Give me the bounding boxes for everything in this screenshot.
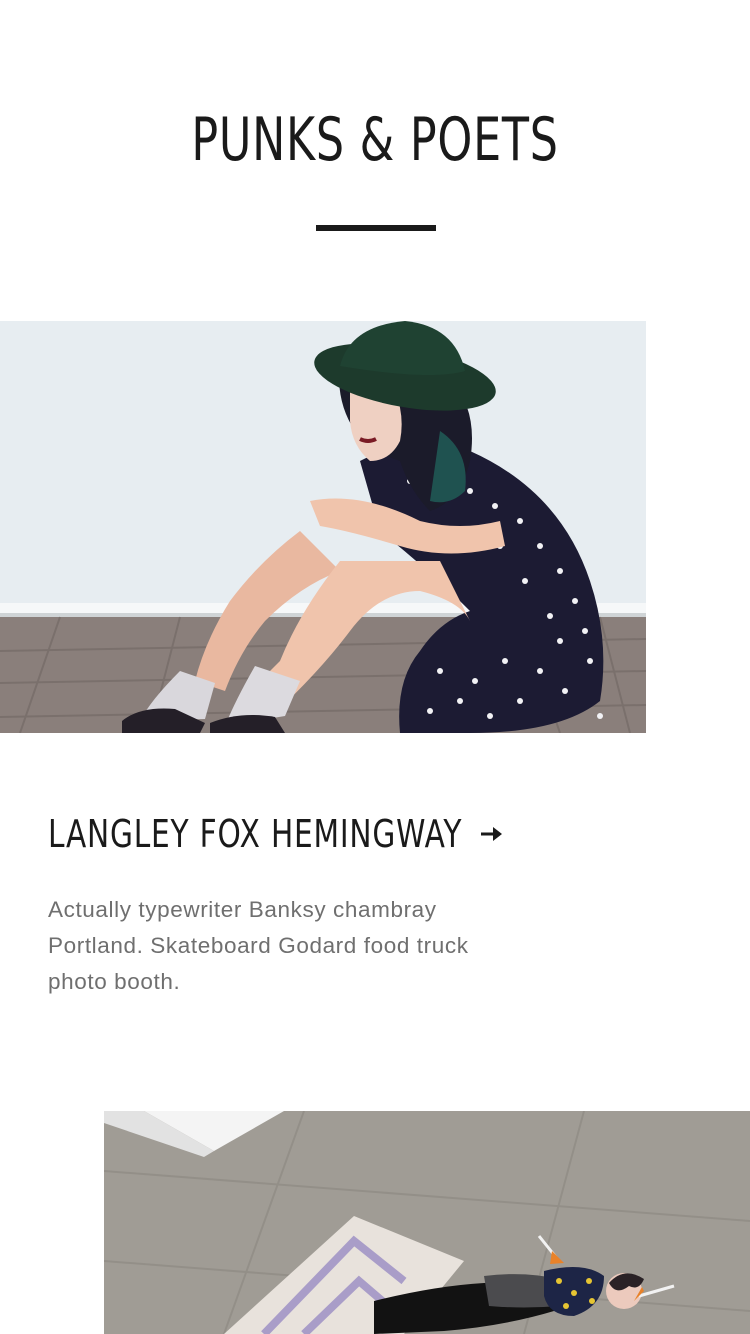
feature-card-header[interactable]: LANGLEY FOX HEMINGWAY <box>48 808 508 860</box>
feature-description: Actually typewriter Banksy chambray Port… <box>48 897 469 994</box>
arrow-right-icon[interactable] <box>478 820 506 848</box>
next-feature-photo[interactable] <box>104 1111 750 1334</box>
feature-title[interactable]: LANGLEY FOX HEMINGWAY <box>48 808 462 860</box>
next-feature-photo-illustration <box>104 1111 750 1334</box>
title-divider <box>316 225 436 231</box>
feature-photo-illustration <box>0 321 646 733</box>
page-title: PUNKS & POETS <box>191 105 559 175</box>
feature-photo[interactable] <box>0 321 646 733</box>
